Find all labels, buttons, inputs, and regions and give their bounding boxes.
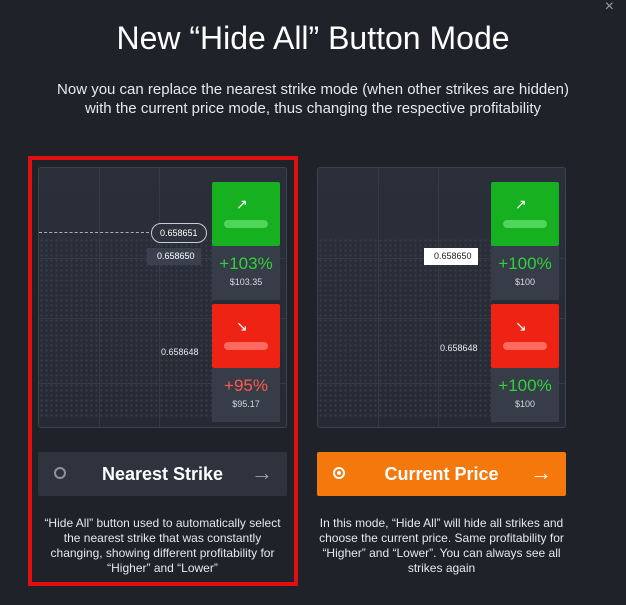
- page-subtitle: Now you can replace the nearest strike m…: [57, 81, 569, 117]
- lower-percent: +95%: [224, 376, 268, 395]
- higher-amount: $100: [514, 277, 536, 287]
- lower-percent: +100%: [498, 376, 552, 395]
- axis-price-label: 0.658648: [440, 343, 478, 353]
- trend-down-icon: ↘: [236, 318, 248, 334]
- chart-preview-current-price: 0.658650 0.658648 ↗ +100% $100 ↘ +100% $…: [317, 167, 566, 428]
- world-map-background: [39, 238, 214, 418]
- trend-down-icon: ↘: [515, 318, 527, 334]
- current-price-mode-button[interactable]: Current Price →: [317, 452, 566, 496]
- close-icon[interactable]: ×: [605, 0, 614, 15]
- higher-percent: +103%: [219, 254, 273, 273]
- axis-price-label: 0.658648: [161, 347, 199, 357]
- lower-info: +95% $95.17: [212, 368, 280, 422]
- button-placeholder-bar: [503, 220, 547, 228]
- higher-amount: $103.35: [229, 277, 263, 287]
- higher-button[interactable]: ↗: [212, 182, 280, 246]
- trend-up-icon: ↗: [515, 196, 527, 212]
- strike-price-bubble[interactable]: 0.658651: [151, 223, 207, 243]
- world-map-background: [318, 238, 493, 418]
- nearest-strike-description: “Hide All” button used to automatically …: [44, 516, 281, 575]
- higher-percent: +100%: [498, 254, 552, 273]
- lower-button[interactable]: ↘: [491, 304, 559, 368]
- chart-preview-nearest-strike: 0.658651 0.658650 0.658648 ↗ +103% $103.…: [38, 167, 287, 428]
- page-title: New “Hide All” Button Mode: [116, 20, 510, 56]
- lower-info: +100% $100: [491, 368, 559, 422]
- arrow-right-icon: →: [251, 460, 273, 485]
- current-price-flag: 0.658650: [424, 248, 478, 265]
- higher-button[interactable]: ↗: [491, 182, 559, 246]
- nearest-strike-mode-button[interactable]: Nearest Strike →: [38, 452, 287, 496]
- button-placeholder-bar: [224, 342, 268, 350]
- lower-button[interactable]: ↘: [212, 304, 280, 368]
- strike-line: [39, 232, 149, 233]
- current-price-flag: 0.658650: [147, 248, 201, 265]
- lower-amount: $100: [514, 399, 536, 409]
- button-placeholder-bar: [224, 220, 268, 228]
- trend-up-icon: ↗: [236, 196, 248, 212]
- higher-info: +103% $103.35: [212, 246, 280, 300]
- mode-label: Nearest Strike: [101, 464, 224, 484]
- lower-amount: $95.17: [232, 399, 260, 409]
- arrow-right-icon: →: [530, 460, 552, 485]
- current-price-description: In this mode, “Hide All” will hide all s…: [319, 516, 564, 575]
- button-placeholder-bar: [503, 342, 547, 350]
- higher-info: +100% $100: [491, 246, 559, 300]
- mode-label: Current Price: [384, 464, 499, 484]
